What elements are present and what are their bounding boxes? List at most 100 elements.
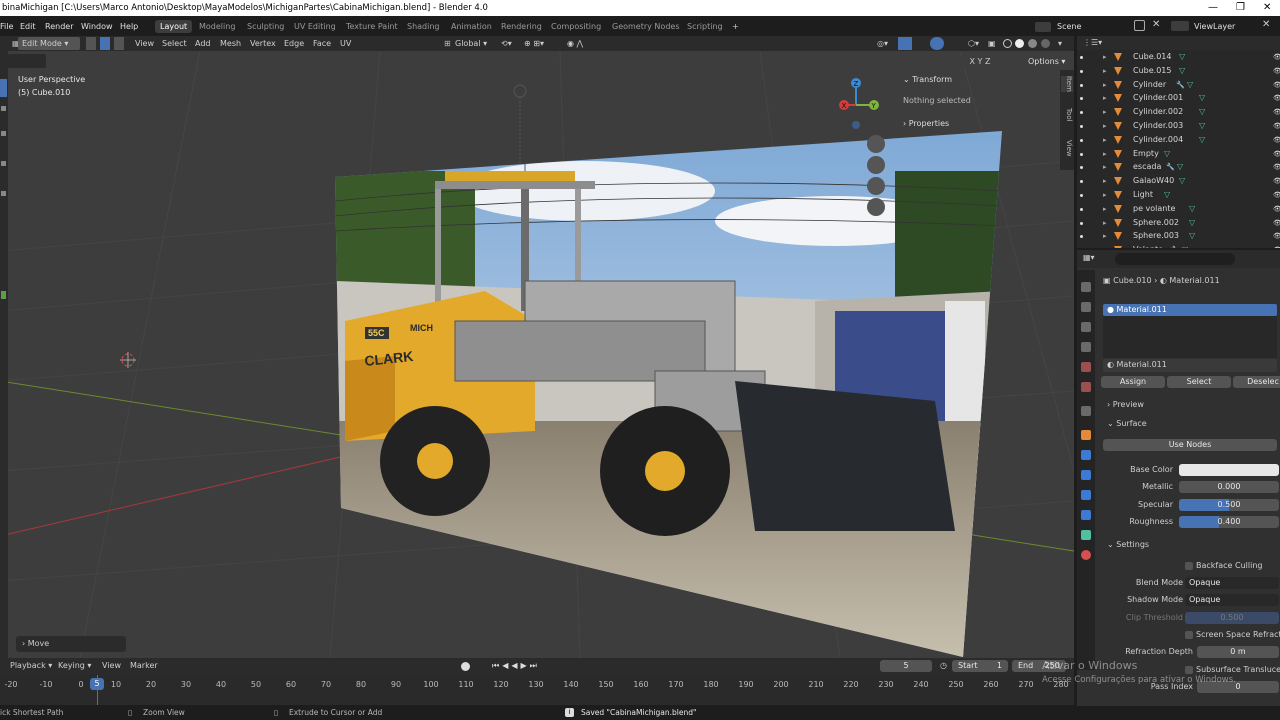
mesh-data-icon[interactable]: ▽ <box>1199 133 1205 147</box>
menu-view[interactable]: View <box>131 37 158 50</box>
refraction-depth-field[interactable]: 0 m <box>1197 646 1279 658</box>
expand-arrow-icon[interactable]: ▸ <box>1103 160 1107 174</box>
expand-arrow-icon[interactable]: ▸ <box>1103 174 1107 188</box>
wireframe-shading-icon[interactable] <box>1003 39 1012 48</box>
eye-icon[interactable]: 👁 <box>1273 188 1280 202</box>
zoom-icon[interactable] <box>867 135 885 153</box>
eye-icon[interactable]: 👁 <box>1273 216 1280 230</box>
outliner-row[interactable]: ▸ Cube.014 ▽ 👁 <box>1077 50 1280 64</box>
perspective-toggle-icon[interactable] <box>867 198 885 216</box>
tab-view[interactable]: View <box>1061 140 1073 157</box>
outliner-row[interactable]: ▸ Volante 🔧▽ 👁 <box>1077 243 1280 248</box>
eye-icon[interactable]: 👁 <box>1273 91 1280 105</box>
timeline-area[interactable]: -20 -10 0 10 20 30 40 50 60 70 80 90 100 110 120 130 140… <box>0 675 1074 705</box>
menu-playback[interactable]: Playback ▾ <box>6 659 56 672</box>
pivot-icon[interactable]: ⟲▾ <box>497 37 516 50</box>
tab-item[interactable]: Item <box>1061 76 1073 92</box>
reference-image-plane[interactable]: 55C CLARK MICH <box>335 131 1002 657</box>
outliner-row[interactable]: ▸ Cylinder.004 ▽ 👁 <box>1077 133 1280 147</box>
solid-shading-icon[interactable] <box>1015 39 1024 48</box>
clip-threshold-slider[interactable]: 0.500 <box>1185 612 1279 624</box>
select-tool-icon[interactable] <box>0 79 7 97</box>
axis-toggles[interactable]: X Y Z <box>952 56 1008 68</box>
render-tab-icon[interactable] <box>1081 302 1091 312</box>
tab-animation[interactable]: Animation <box>446 20 497 33</box>
mesh-data-icon[interactable]: ▽ <box>1189 216 1195 230</box>
transform-panel-header[interactable]: ⌄ Transform <box>903 75 952 84</box>
assign-button[interactable]: Assign <box>1101 376 1165 388</box>
close-viewlayer-icon[interactable]: ✕ <box>1262 19 1270 30</box>
roughness-slider[interactable]: 0.400 <box>1179 516 1279 528</box>
modifier-wrench-icon[interactable]: 🔧 <box>1176 78 1185 92</box>
specular-slider[interactable]: 0.500 <box>1179 499 1279 511</box>
properties-panel-header[interactable]: › Properties <box>903 119 949 128</box>
mode-dropdown[interactable]: Edit Mode ▾ <box>18 37 80 50</box>
menu-add[interactable]: Add <box>191 37 215 50</box>
expand-arrow-icon[interactable]: ▸ <box>1103 64 1107 78</box>
eye-icon[interactable]: 👁 <box>1273 64 1280 78</box>
close-scene-icon[interactable]: ✕ <box>1152 19 1160 30</box>
tab-shading[interactable]: Shading <box>402 20 445 33</box>
tab-uv-editing[interactable]: UV Editing <box>289 20 341 33</box>
menu-window[interactable]: Window <box>81 20 113 33</box>
mesh-data-icon[interactable]: ▽ <box>1179 64 1185 78</box>
tab-tool[interactable]: Tool <box>1061 108 1073 122</box>
tab-scripting[interactable]: Scripting <box>682 20 728 33</box>
camera-view-icon[interactable] <box>867 177 885 195</box>
mesh-data-icon[interactable]: ▽ <box>1179 174 1185 188</box>
world-tab-icon[interactable] <box>1081 382 1091 392</box>
material-tab-icon[interactable] <box>1081 550 1091 560</box>
menu-help[interactable]: Help <box>120 20 138 33</box>
scene-selector[interactable]: Scene <box>1057 20 1081 33</box>
outliner-item-name[interactable]: pe volante <box>1133 202 1175 216</box>
copy-scene-icon[interactable] <box>1134 20 1145 31</box>
properties-editor-icon[interactable]: ▦▾ <box>1083 253 1095 262</box>
eye-icon[interactable]: 👁 <box>1273 174 1280 188</box>
close-button[interactable]: ✕ <box>1263 0 1271 16</box>
menu-keying[interactable]: Keying ▾ <box>54 659 95 672</box>
proportional-edit-icon[interactable]: ◉ ⋀ <box>563 37 587 50</box>
outliner-item-name[interactable]: Sphere.002 <box>1133 216 1179 230</box>
eye-icon[interactable]: 👁 <box>1273 202 1280 216</box>
base-color-field[interactable] <box>1179 464 1279 476</box>
eye-icon[interactable]: 👁 <box>1273 78 1280 92</box>
outliner-item-name[interactable]: escada <box>1133 160 1161 174</box>
expand-arrow-icon[interactable]: ▸ <box>1103 105 1107 119</box>
scale-tool-icon[interactable] <box>1 191 6 196</box>
mesh-data-icon[interactable]: ▽ <box>1177 160 1183 174</box>
menu-edge[interactable]: Edge <box>280 37 308 50</box>
mesh-data-icon[interactable]: ▽ <box>1182 243 1188 248</box>
expand-arrow-icon[interactable]: ▸ <box>1103 133 1107 147</box>
menu-file[interactable]: File <box>0 20 13 33</box>
eye-icon[interactable]: 👁 <box>1273 229 1280 243</box>
start-frame-field[interactable]: Start 1 <box>952 660 1008 672</box>
outliner-row[interactable]: ▸ Cylinder.002 ▽ 👁 <box>1077 105 1280 119</box>
tab-modeling[interactable]: Modeling <box>194 20 240 33</box>
use-nodes-button[interactable]: Use Nodes <box>1103 439 1277 451</box>
mesh-overlay-icon[interactable]: ⬡▾ <box>964 37 983 50</box>
eye-icon[interactable]: 👁 <box>1273 50 1280 64</box>
eye-icon[interactable]: 👁 <box>1273 105 1280 119</box>
outliner-row[interactable]: ▸ Sphere.002 ▽ 👁 <box>1077 216 1280 230</box>
gizmo-toggle-icon[interactable] <box>898 37 912 50</box>
cursor-tool-icon[interactable] <box>1 106 6 111</box>
material-shading-icon[interactable] <box>1028 39 1037 48</box>
view-layer-tab-icon[interactable] <box>1081 342 1091 352</box>
material-datablock[interactable]: ◐ Material.011 <box>1103 359 1277 372</box>
menu-marker[interactable]: Marker <box>126 659 162 672</box>
edge-select-mode-icon[interactable] <box>100 37 110 50</box>
eye-icon[interactable]: 👁 <box>1273 119 1280 133</box>
tab-layout[interactable]: Layout <box>155 20 193 33</box>
shading-options-icon[interactable]: ▾ <box>1054 37 1066 50</box>
extrude-tool-icon[interactable] <box>1 291 6 299</box>
outliner-row[interactable]: ▸ Sphere.003 ▽ 👁 <box>1077 229 1280 243</box>
add-workspace-button[interactable]: + <box>727 20 744 33</box>
maximize-button[interactable]: ❐ <box>1236 0 1245 16</box>
menu-timeline-view[interactable]: View <box>98 659 125 672</box>
outliner-item-name[interactable]: Cube.015 <box>1133 64 1171 78</box>
outliner-item-name[interactable]: Cube.014 <box>1133 50 1171 64</box>
expand-arrow-icon[interactable]: ▸ <box>1103 229 1107 243</box>
deselect-button[interactable]: Deselec <box>1233 376 1280 388</box>
eye-icon[interactable]: 👁 <box>1273 243 1280 248</box>
mesh-data-icon[interactable]: ▽ <box>1189 202 1195 216</box>
